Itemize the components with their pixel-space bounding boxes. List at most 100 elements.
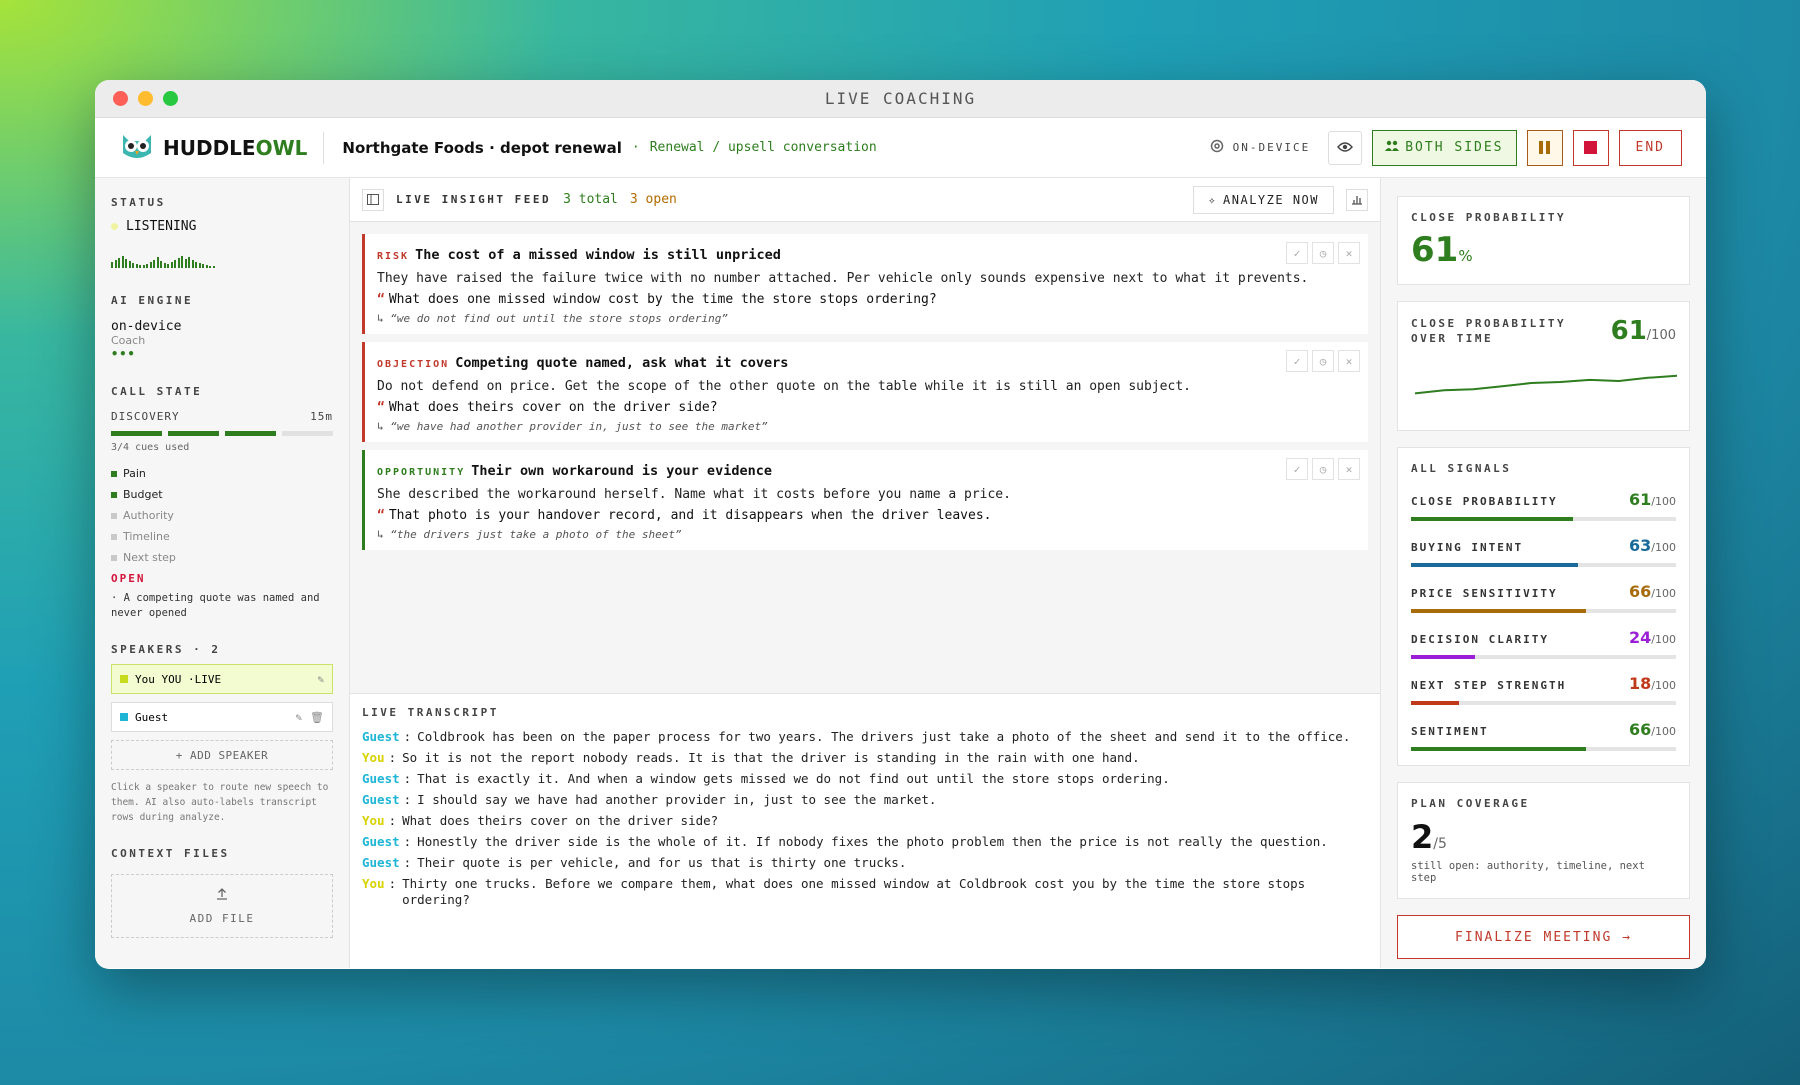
insight-body: She described the workaround herself. Na… xyxy=(377,487,1011,502)
pause-button[interactable] xyxy=(1526,129,1563,166)
check-icon[interactable]: ✓ xyxy=(1286,458,1308,480)
speaker-hint: Click a speaker to route new speech to t… xyxy=(111,782,329,823)
clock-icon[interactable]: ◷ xyxy=(1312,242,1334,264)
clock-icon[interactable]: ◷ xyxy=(1312,458,1334,480)
close-probability-heading: CLOSE PROBABILITY xyxy=(1411,211,1567,224)
qualification-checklist: Pain Budget Authority Timeline Next step xyxy=(111,467,333,564)
end-button[interactable]: END xyxy=(1618,129,1682,166)
signal-label: PRICE SENSITIVITY xyxy=(1411,587,1558,600)
signal-unit: /100 xyxy=(1651,495,1676,508)
plan-unit: /5 xyxy=(1433,836,1447,852)
signal-number: 66 xyxy=(1629,720,1652,739)
trash-icon[interactable]: 🗑 xyxy=(310,711,324,724)
close-icon[interactable]: ✕ xyxy=(1338,458,1360,480)
transcript-speaker[interactable]: Guest xyxy=(362,792,400,808)
transcript-speaker[interactable]: You xyxy=(362,813,385,829)
add-file-dropzone[interactable]: ADD FILE xyxy=(111,874,333,938)
both-sides-button[interactable]: BOTH SIDES xyxy=(1372,129,1517,166)
check-icon[interactable]: ✓ xyxy=(1286,350,1308,372)
insight-title: The cost of a missed window is still unp… xyxy=(415,247,781,263)
checklist-item: Budget xyxy=(111,488,333,501)
quote-mark-icon: “ xyxy=(377,400,385,415)
pause-icon-bar-right xyxy=(1546,141,1551,154)
edit-icon[interactable]: ✎ xyxy=(317,673,324,686)
transcript-speaker[interactable]: You xyxy=(362,750,385,766)
speaker-guest[interactable]: Guest ✎ 🗑 xyxy=(111,702,333,732)
checklist-label: Next step xyxy=(123,551,176,564)
transcript-speaker[interactable]: Guest xyxy=(362,855,400,871)
add-file-label: ADD FILE xyxy=(189,912,255,925)
insight-quote-text: What does one missed window cost by the … xyxy=(388,292,937,307)
speaker-actions: ✎ 🗑 xyxy=(295,711,324,724)
all-signals-panel: ALL SIGNALS CLOSE PROBABILITY 61/100 BUYIN… xyxy=(1397,447,1690,766)
clock-icon[interactable]: ◷ xyxy=(1312,350,1334,372)
trend-line xyxy=(1414,374,1678,395)
signal-unit: /100 xyxy=(1651,679,1676,692)
signal-row: DECISION CLARITY 24/100 xyxy=(1411,628,1676,659)
insight-title: Competing quote named, ask what it cover… xyxy=(455,355,789,371)
edit-icon[interactable]: ✎ xyxy=(295,711,302,724)
center-panel: LIVE INSIGHT FEED 3 total 3 open ✧ ANALY… xyxy=(350,178,1381,968)
waveform-bar xyxy=(209,266,211,268)
insight-quote: “What does one missed window cost by the… xyxy=(377,292,1356,307)
visibility-toggle-button[interactable] xyxy=(1328,130,1363,165)
open-heading: OPEN xyxy=(111,572,146,585)
right-sidebar: CLOSE PROBABILITY 61% CLOSE PROBABILITY … xyxy=(1381,178,1706,968)
plan-sub: still open: authority, timeline, next st… xyxy=(1411,860,1645,884)
transcript-separator: : xyxy=(388,750,397,765)
status-row: LISTENING xyxy=(111,219,333,234)
add-speaker-button[interactable]: + ADD SPEAKER xyxy=(111,740,333,770)
sidebar-toggle-button[interactable] xyxy=(362,188,384,211)
close-icon[interactable]: ✕ xyxy=(1338,350,1360,372)
on-device-indicator[interactable]: ON-DEVICE xyxy=(1209,138,1311,157)
transcript-speaker[interactable]: Guest xyxy=(362,834,400,850)
signal-number: 24 xyxy=(1629,628,1652,647)
call-state-heading: CALL STATE xyxy=(111,385,203,398)
insight-body: They have raised the failure twice with … xyxy=(377,271,1309,286)
gear-icon xyxy=(1209,138,1225,157)
signals-heading: ALL SIGNALS xyxy=(1411,462,1512,475)
app-header: HUDDLEOWL Northgate Foods · depot renewa… xyxy=(95,118,1706,178)
close-probability-number: 61 xyxy=(1411,230,1459,270)
chart-toggle-button[interactable] xyxy=(1346,188,1368,211)
unchecked-square-icon xyxy=(111,512,117,519)
analyze-now-button[interactable]: ✧ ANALYZE NOW xyxy=(1193,185,1334,214)
brand-name-prefix: HUDDLE xyxy=(163,135,256,160)
signal-unit: /100 xyxy=(1651,725,1676,738)
unchecked-square-icon xyxy=(111,533,117,540)
minimize-window-button[interactable] xyxy=(138,91,153,106)
engine-value: on-device xyxy=(111,319,182,334)
plan-value: 2/5 xyxy=(1411,818,1676,856)
waveform-bar xyxy=(198,263,201,268)
transcript-text: Their quote is per vehicle, and for us t… xyxy=(417,855,907,870)
transcript-line: Guest: Their quote is per vehicle, and fo… xyxy=(362,855,1368,871)
pause-icon-bar-left xyxy=(1539,141,1544,154)
waveform-bar xyxy=(153,260,155,268)
feed-toolbar: LIVE INSIGHT FEED 3 total 3 open ✧ ANALY… xyxy=(350,178,1380,222)
checklist-label: Pain xyxy=(123,467,146,480)
insight-card-header: RISK The cost of a missed window is still… xyxy=(377,244,1356,263)
maximize-window-button[interactable] xyxy=(163,91,178,106)
transcript-speaker[interactable]: You xyxy=(362,876,385,908)
waveform-bar xyxy=(205,265,208,268)
transcript-speaker[interactable]: Guest xyxy=(362,771,400,787)
waveform-bar xyxy=(177,258,180,268)
insight-card-header: OBJECTION Competing quote named, ask what… xyxy=(377,352,1356,371)
transcript-separator: : xyxy=(403,729,412,744)
stop-button[interactable] xyxy=(1572,129,1609,166)
checklist-label: Timeline xyxy=(123,530,170,543)
transcript-speaker[interactable]: Guest xyxy=(362,729,400,745)
speaker-you[interactable]: You YOU ·LIVE ✎ xyxy=(111,664,333,694)
close-icon[interactable]: ✕ xyxy=(1338,242,1360,264)
insight-actions: ✓ ◷ ✕ xyxy=(1286,350,1360,372)
signal-header: BUYING INTENT 63/100 xyxy=(1411,536,1676,555)
check-icon[interactable]: ✓ xyxy=(1286,242,1308,264)
conversation-type: Renewal / upsell conversation xyxy=(649,140,877,155)
title-bar: LIVE COACHING xyxy=(95,80,1706,118)
close-window-button[interactable] xyxy=(113,91,128,106)
signal-value: 18/100 xyxy=(1629,674,1676,693)
close-probability-trend-panel: CLOSE PROBABILITY OVER TIME 61/100 xyxy=(1397,301,1690,431)
unchecked-square-icon xyxy=(111,554,117,561)
finalize-meeting-button[interactable]: FINALIZE MEETING → xyxy=(1397,915,1690,959)
signal-label: SENTIMENT xyxy=(1411,725,1489,738)
